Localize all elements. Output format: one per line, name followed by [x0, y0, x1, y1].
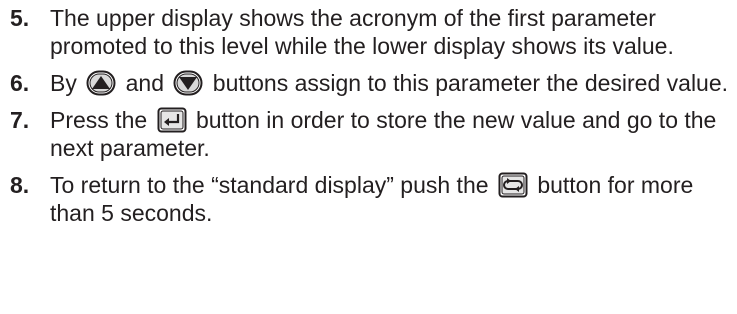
instruction-steps: 5. The upper display shows the acronym o…: [10, 4, 730, 236]
step-5: 5. The upper display shows the acronym o…: [10, 4, 730, 60]
up-arrow-button-icon: [86, 70, 116, 96]
step-text-before: Press the: [50, 107, 148, 133]
step-text-after: button in order to store the new value a…: [50, 107, 717, 161]
step-number: 7.: [10, 107, 30, 133]
step-text-before: By: [50, 70, 77, 96]
enter-button-icon: [157, 107, 187, 133]
step-text-middle: and: [125, 70, 164, 96]
cycle-button-icon: [498, 172, 528, 198]
step-number: 8.: [10, 172, 30, 198]
down-arrow-button-icon: [173, 70, 203, 96]
step-text-after: buttons assign to this parameter the des…: [212, 70, 729, 96]
step-text-before: To return to the “standard display” push…: [50, 172, 489, 198]
step-text: The upper display shows the acronym of t…: [50, 5, 674, 59]
step-8: 8. To return to the “standard display” p…: [10, 171, 730, 227]
step-number: 6.: [10, 70, 30, 96]
step-6: 6. By and buttons assign to this paramet…: [10, 69, 730, 97]
step-number: 5.: [10, 5, 30, 31]
step-7: 7. Press the button in order to store th…: [10, 106, 730, 162]
